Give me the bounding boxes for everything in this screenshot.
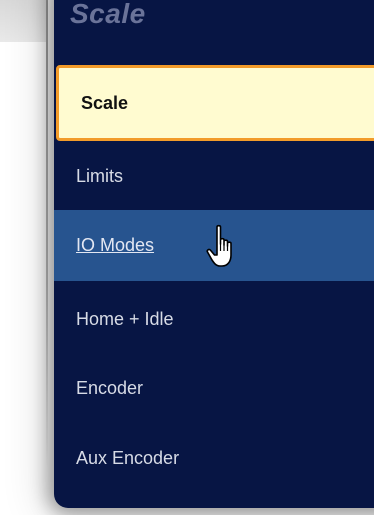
hand-pointer-icon [206, 224, 232, 267]
menu-item-label: IO Modes [76, 235, 155, 255]
menu-item-aux-encoder[interactable]: Aux Encoder [54, 442, 374, 474]
menu-item-label: Scale [81, 92, 129, 113]
screenshot-canvas: Scale Scale Limits IO Modes Home + Idle … [0, 0, 374, 515]
menu-item-limits[interactable]: Limits [54, 160, 374, 192]
menu-item-label: Home + Idle [76, 309, 174, 329]
menu-item-encoder[interactable]: Encoder [54, 372, 374, 404]
menu-item-label: Aux Encoder [76, 448, 180, 468]
menu-item-label: Encoder [76, 378, 144, 398]
window-divider [46, 0, 48, 470]
menu-item-scale[interactable]: Scale [56, 65, 374, 141]
menu-header-title: Scale [70, 0, 146, 29]
menu-item-label: Limits [76, 166, 124, 186]
menu-item-home-idle[interactable]: Home + Idle [54, 303, 374, 335]
window-background [0, 0, 48, 42]
